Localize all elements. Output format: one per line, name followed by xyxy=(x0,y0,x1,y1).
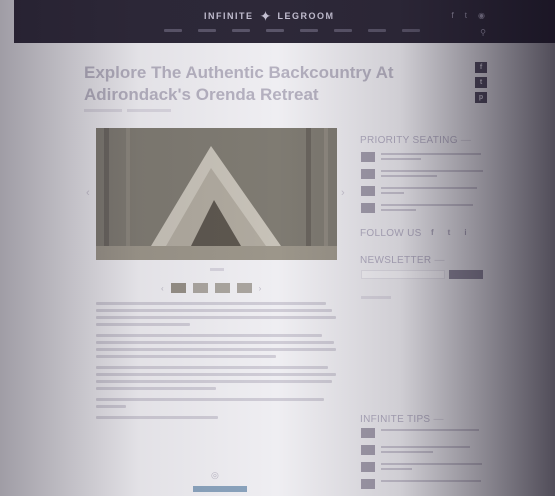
list-item-thumbnail xyxy=(361,186,375,196)
article-paragraph xyxy=(96,366,336,390)
promo-banner[interactable] xyxy=(193,486,247,492)
list-item[interactable] xyxy=(361,428,485,439)
nav-item[interactable] xyxy=(300,29,318,32)
follow-us-heading: FOLLOW US xyxy=(360,228,422,239)
article-body xyxy=(96,302,336,427)
gallery-thumbnails: ‹ › xyxy=(161,283,261,293)
article-byline xyxy=(84,109,171,112)
nav-item[interactable] xyxy=(334,29,352,32)
newsletter-note xyxy=(361,296,391,299)
list-item[interactable] xyxy=(361,186,485,197)
article-paragraph xyxy=(96,398,336,408)
site-logo[interactable]: INFINITE ✦ LEGROOM xyxy=(204,4,364,28)
priority-seating-heading: PRIORITY SEATING — xyxy=(360,135,472,146)
infinite-tips-list xyxy=(361,428,485,496)
article-paragraph xyxy=(96,416,336,419)
share-twitter-icon[interactable]: t xyxy=(475,77,487,88)
gallery-thumbnail[interactable] xyxy=(214,283,230,293)
share-rail: f t p xyxy=(475,62,487,103)
share-facebook-icon[interactable]: f xyxy=(475,62,487,73)
infinite-tips-label: INFINITE TIPS xyxy=(360,414,431,425)
list-item[interactable] xyxy=(361,152,485,163)
list-item-thumbnail xyxy=(361,445,375,455)
newsletter-subscribe-button[interactable] xyxy=(449,270,483,279)
newsletter-email-input[interactable] xyxy=(361,270,445,279)
follow-instagram-icon[interactable]: i xyxy=(464,228,466,237)
list-item[interactable] xyxy=(361,169,485,180)
promo-icon: ◎ xyxy=(211,470,219,480)
gallery-prev-icon[interactable]: ‹ xyxy=(86,187,90,199)
article-paragraph xyxy=(96,302,336,326)
list-item-thumbnail xyxy=(361,169,375,179)
follow-facebook-icon[interactable]: f xyxy=(431,228,434,237)
nav-item[interactable] xyxy=(402,29,420,32)
gallery-next-icon[interactable]: › xyxy=(341,187,345,199)
infinite-tips-heading: INFINITE TIPS — xyxy=(360,414,444,425)
hero-image[interactable] xyxy=(96,128,337,260)
priority-seating-label: PRIORITY SEATING xyxy=(360,135,458,146)
gallery-thumbnail[interactable] xyxy=(236,283,252,293)
gallery-thumbnail[interactable] xyxy=(170,283,186,293)
follow-twitter-icon[interactable]: t xyxy=(448,228,451,237)
article-title: Explore The Authentic Backcountry At Adi… xyxy=(84,63,394,104)
nav-item[interactable] xyxy=(232,29,250,32)
thumbs-next-icon[interactable]: › xyxy=(259,284,262,293)
logo-mark-icon: ✦ xyxy=(259,7,272,24)
thumbs-prev-icon[interactable]: ‹ xyxy=(161,284,164,293)
gallery-thumbnail[interactable] xyxy=(192,283,208,293)
nav-item[interactable] xyxy=(164,29,182,32)
priority-seating-list xyxy=(361,152,485,220)
list-item-thumbnail xyxy=(361,203,375,213)
logo-text-left: INFINITE xyxy=(204,11,254,21)
list-item-thumbnail xyxy=(361,152,375,162)
list-item-thumbnail xyxy=(361,462,375,472)
newsletter-heading: NEWSLETTER — xyxy=(360,255,445,266)
site-header: INFINITE ✦ LEGROOM f t ◉ ⚲ xyxy=(14,0,555,43)
follow-us-icons: f t i xyxy=(431,228,467,237)
nav-item[interactable] xyxy=(266,29,284,32)
header-social-links: f t ◉ xyxy=(452,11,485,20)
newsletter-label: NEWSLETTER xyxy=(360,255,432,266)
instagram-icon[interactable]: ◉ xyxy=(478,11,485,20)
logo-text-right: LEGROOM xyxy=(277,11,335,21)
search-icon[interactable]: ⚲ xyxy=(480,28,486,37)
main-nav xyxy=(164,29,420,32)
list-item[interactable] xyxy=(361,203,485,214)
twitter-icon[interactable]: t xyxy=(465,11,467,20)
nav-item[interactable] xyxy=(368,29,386,32)
share-pinterest-icon[interactable]: p xyxy=(475,92,487,103)
article-paragraph xyxy=(96,334,336,358)
list-item[interactable] xyxy=(361,462,485,473)
list-item[interactable] xyxy=(361,445,485,456)
page: INFINITE ✦ LEGROOM f t ◉ ⚲ Explore The A… xyxy=(0,0,555,496)
list-item-thumbnail xyxy=(361,479,375,489)
list-item[interactable] xyxy=(361,479,485,490)
byline-author[interactable] xyxy=(84,109,122,112)
image-caption xyxy=(210,268,224,271)
facebook-icon[interactable]: f xyxy=(452,11,454,20)
nav-item[interactable] xyxy=(198,29,216,32)
list-item-thumbnail xyxy=(361,428,375,438)
byline-date xyxy=(127,109,171,112)
